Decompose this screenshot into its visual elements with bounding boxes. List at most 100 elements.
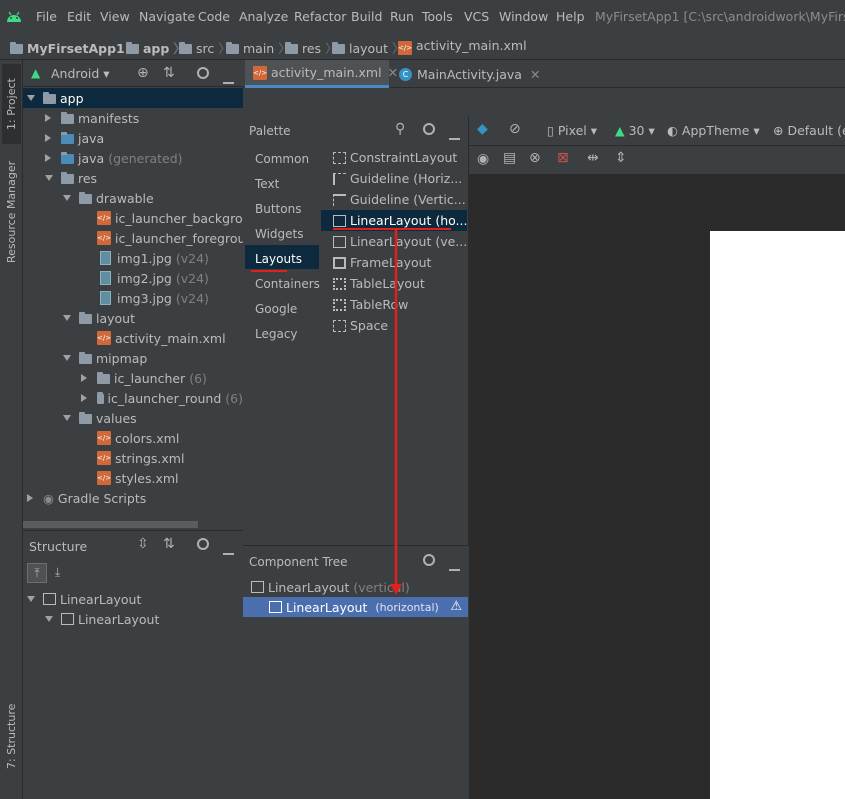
pack-horizontal-icon[interactable]: ⇹ [587,151,599,165]
palette-item-space[interactable]: Space [321,315,467,336]
guideline-vertical-icon [333,193,346,206]
palette-category-layouts[interactable]: Layouts [255,252,302,266]
eye-icon[interactable]: ◉ [477,152,489,166]
tree-label: img3.jpg [117,290,172,306]
annotation-underline [251,270,287,272]
tab-structure[interactable]: 7: Structure [2,692,21,780]
locate-icon[interactable]: ⊕ [137,66,149,80]
menu-analyze[interactable]: Analyze [239,9,288,24]
locale-selector[interactable]: ⊕ Default (e [773,123,845,138]
palette-category-legacy[interactable]: Legacy [255,327,298,341]
tree-item-strings[interactable]: </> strings.xml [23,448,243,468]
palette-item-guideline-horizontal[interactable]: Guideline (Horiz... [321,168,467,189]
autoconnect-off-icon[interactable]: ⊗ [529,151,541,165]
tree-item-res[interactable]: res [23,168,243,188]
tree-item-gradle-scripts[interactable]: ◉ Gradle Scripts [23,488,243,508]
palette-category-buttons[interactable]: Buttons [255,202,301,216]
menu-help[interactable]: Help [556,9,585,24]
collapse-all-icon[interactable]: ⇅ [163,66,175,80]
gear-icon[interactable] [423,123,435,138]
minimize-icon[interactable] [223,544,234,558]
palette-category-widgets[interactable]: Widgets [255,227,304,241]
structure-item-linearlayout-vertical[interactable]: LinearLayout [23,589,243,609]
palette-category-google[interactable]: Google [255,302,297,316]
tree-item-ic-launcher-background[interactable]: </> ic_launcher_background [23,208,266,228]
margin-icon[interactable]: ▤ [503,151,516,165]
tree-item-manifests[interactable]: manifests [23,108,243,128]
api-selector[interactable]: ▲ 30 ▾ [615,123,655,138]
close-icon[interactable]: ✕ [530,67,540,82]
breadcrumb-file[interactable]: </> activity_main.xml [398,38,527,55]
tree-item-ic-launcher-round[interactable]: ic_launcher_round (6) [23,388,243,408]
collapse-all-icon[interactable]: ⇅ [163,537,175,551]
sort-up-icon[interactable]: ⤒ [27,563,47,583]
palette-item-constraintlayout[interactable]: ConstraintLayout [321,147,467,168]
tree-item-java[interactable]: java [23,128,243,148]
menu-navigate[interactable]: Navigate [139,9,195,24]
layers-icon[interactable]: ◆ [477,122,488,136]
palette-item-tablelayout[interactable]: TableLayout [321,273,467,294]
menu-window[interactable]: Window [499,9,548,24]
tree-item-colors[interactable]: </> colors.xml [23,428,243,448]
palette-item-linearlayout-vertical[interactable]: LinearLayout (ve... [321,231,467,252]
tab-activity-main[interactable]: </> activity_main.xml ✕ [245,60,398,88]
tree-item-ic-launcher[interactable]: ic_launcher (6) [23,368,243,388]
project-view-selector[interactable]: Android ▾ [51,66,110,81]
device-preview-canvas[interactable] [710,231,845,799]
tree-item-java-generated[interactable]: java (generated) [23,148,243,168]
minimize-icon[interactable] [223,73,234,87]
gear-icon[interactable] [197,538,209,553]
palette-category-containers[interactable]: Containers [255,277,320,291]
theme-selector[interactable]: ◐ AppTheme ▾ [667,123,760,138]
gear-icon[interactable] [197,67,209,82]
structure-item-linearlayout-horizontal[interactable]: LinearLayout [23,609,243,629]
tree-item-ic-launcher-foreground[interactable]: </> ic_launcher_foreground. [23,228,265,248]
menu-build[interactable]: Build [351,9,382,24]
menu-vcs[interactable]: VCS [464,9,489,24]
menu-file[interactable]: File [36,9,57,24]
project-panel: ▲ Android ▾ ⊕ ⇅ app manifests java java(… [23,60,266,528]
tree-item-values[interactable]: values [23,408,243,428]
component-row-linearlayout-vertical[interactable]: LinearLayout (vertical) [243,577,469,597]
warning-icon[interactable]: ⚠ [450,599,462,614]
tree-item-drawable[interactable]: drawable [23,188,243,208]
tree-item-app[interactable]: app [23,88,243,108]
tree-item-layout[interactable]: layout [23,308,243,328]
left-tool-strip: 1: Project Resource Manager 7: Structure [0,60,23,799]
tree-item-img3[interactable]: img3.jpg (v24) [23,288,243,308]
palette-item-framelayout[interactable]: FrameLayout [321,252,467,273]
tab-main-activity[interactable]: C MainActivity.java ✕ [391,60,548,88]
device-selector[interactable]: ▯ Pixel ▾ [547,123,597,138]
minimize-icon[interactable] [449,560,460,574]
palette-item-guideline-vertical[interactable]: Guideline (Vertic... [321,189,467,210]
gear-icon[interactable] [423,554,435,569]
pack-vertical-icon[interactable]: ⇕ [615,151,627,165]
clear-constraints-icon[interactable]: ⊠ [557,151,569,165]
menu-refactor[interactable]: Refactor [294,9,346,24]
minimize-icon[interactable] [449,129,460,143]
search-icon[interactable]: ⚲ [395,122,405,136]
tab-resource-manager[interactable]: Resource Manager [2,152,21,272]
horizontal-scrollbar[interactable] [23,521,198,528]
tree-item-img2[interactable]: img2.jpg (v24) [23,268,243,288]
tree-item-mipmap[interactable]: mipmap [23,348,243,368]
tab-project[interactable]: 1: Project [2,64,21,144]
tree-item-img1[interactable]: img1.jpg (v24) [23,248,243,268]
expand-all-icon[interactable]: ⇳ [137,537,149,551]
component-label: LinearLayout [286,599,368,615]
palette-item-tablerow[interactable]: TableRow [321,294,467,315]
breadcrumb-project[interactable]: MyFirsetApp1〉 [10,38,145,57]
sort-down-icon[interactable]: ⤓ [55,565,60,579]
palette-category-text[interactable]: Text [255,177,279,191]
menu-edit[interactable]: Edit [67,9,91,24]
tree-item-styles[interactable]: </> styles.xml [23,468,243,488]
orientation-icon[interactable]: ⊘ [509,122,521,136]
linear-layout-horizontal-icon [269,601,282,613]
palette-category-common[interactable]: Common [255,152,309,166]
menu-tools[interactable]: Tools [422,9,453,24]
menu-run[interactable]: Run [390,9,414,24]
component-row-linearlayout-horizontal[interactable]: LinearLayout (horizontal) ⚠ [243,597,468,617]
menu-code[interactable]: Code [198,9,230,24]
menu-view[interactable]: View [100,9,130,24]
tree-item-activity-main[interactable]: </> activity_main.xml [23,328,243,348]
